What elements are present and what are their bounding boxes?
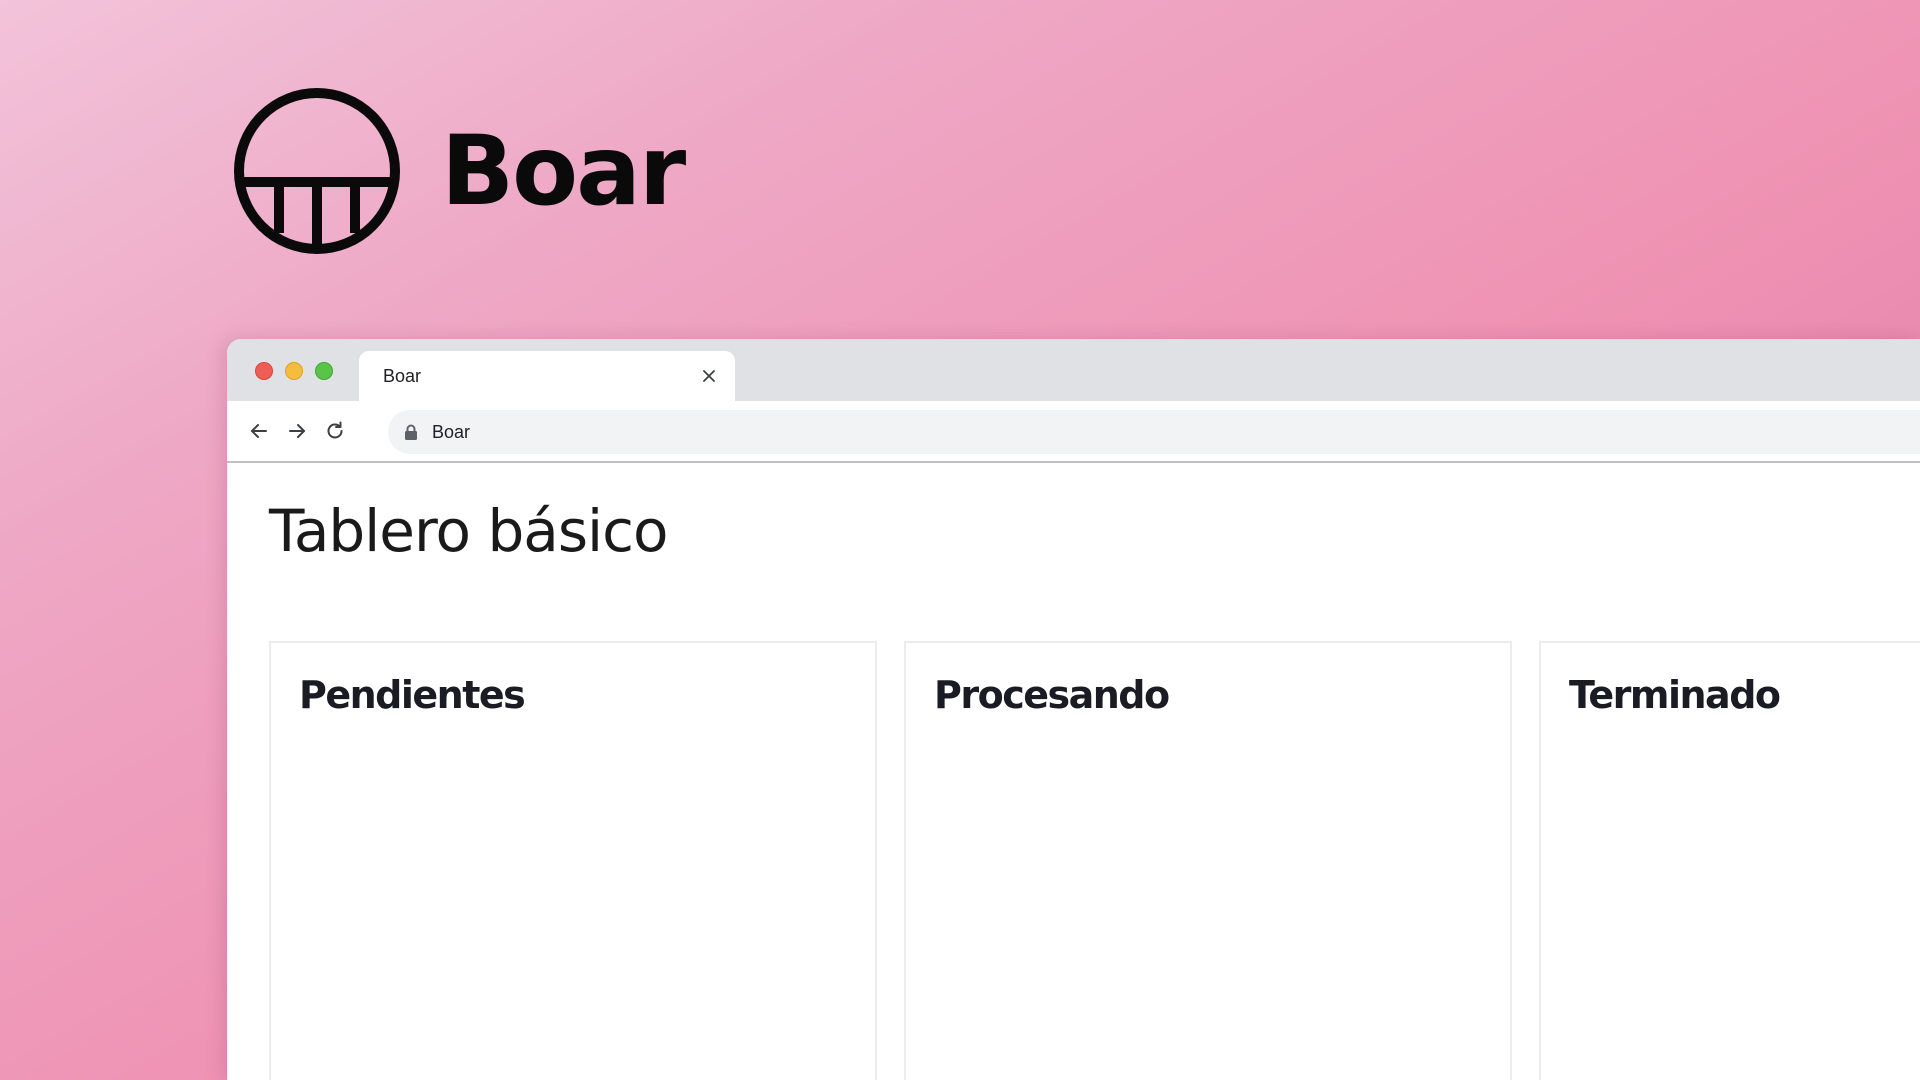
browser-toolbar: Boar — [227, 401, 1920, 463]
reload-icon[interactable] — [321, 417, 349, 445]
address-bar[interactable]: Boar — [388, 410, 1920, 454]
browser-window: Boar Boar Tablero básico Pendientes Proc… — [227, 339, 1920, 1080]
address-text: Boar — [432, 421, 471, 442]
tab-boar[interactable]: Boar — [359, 351, 735, 401]
column-title: Procesando — [934, 673, 1170, 717]
column-title: Terminado — [1569, 673, 1781, 717]
kanban-column-procesando[interactable]: Procesando — [904, 641, 1512, 1080]
arrow-left-icon[interactable] — [245, 417, 273, 445]
kanban-column-terminado[interactable]: Terminado — [1539, 641, 1920, 1080]
page-title: Tablero básico — [269, 497, 669, 565]
kanban-column-pendientes[interactable]: Pendientes — [269, 641, 877, 1080]
close-icon[interactable] — [699, 366, 719, 386]
window-controls — [255, 362, 333, 380]
column-title: Pendientes — [299, 673, 526, 717]
boar-logo-icon — [234, 88, 400, 254]
arrow-right-icon[interactable] — [283, 417, 311, 445]
tab-strip: Boar — [227, 339, 1920, 401]
hero-brand: Boar — [233, 87, 686, 255]
page-content: Tablero básico Pendientes Procesando Ter… — [227, 463, 1920, 1080]
window-maximize-button[interactable] — [315, 362, 333, 380]
tab-title: Boar — [383, 365, 422, 386]
window-minimize-button[interactable] — [285, 362, 303, 380]
brand-name: Boar — [441, 115, 686, 227]
window-close-button[interactable] — [255, 362, 273, 380]
lock-icon — [405, 424, 417, 440]
